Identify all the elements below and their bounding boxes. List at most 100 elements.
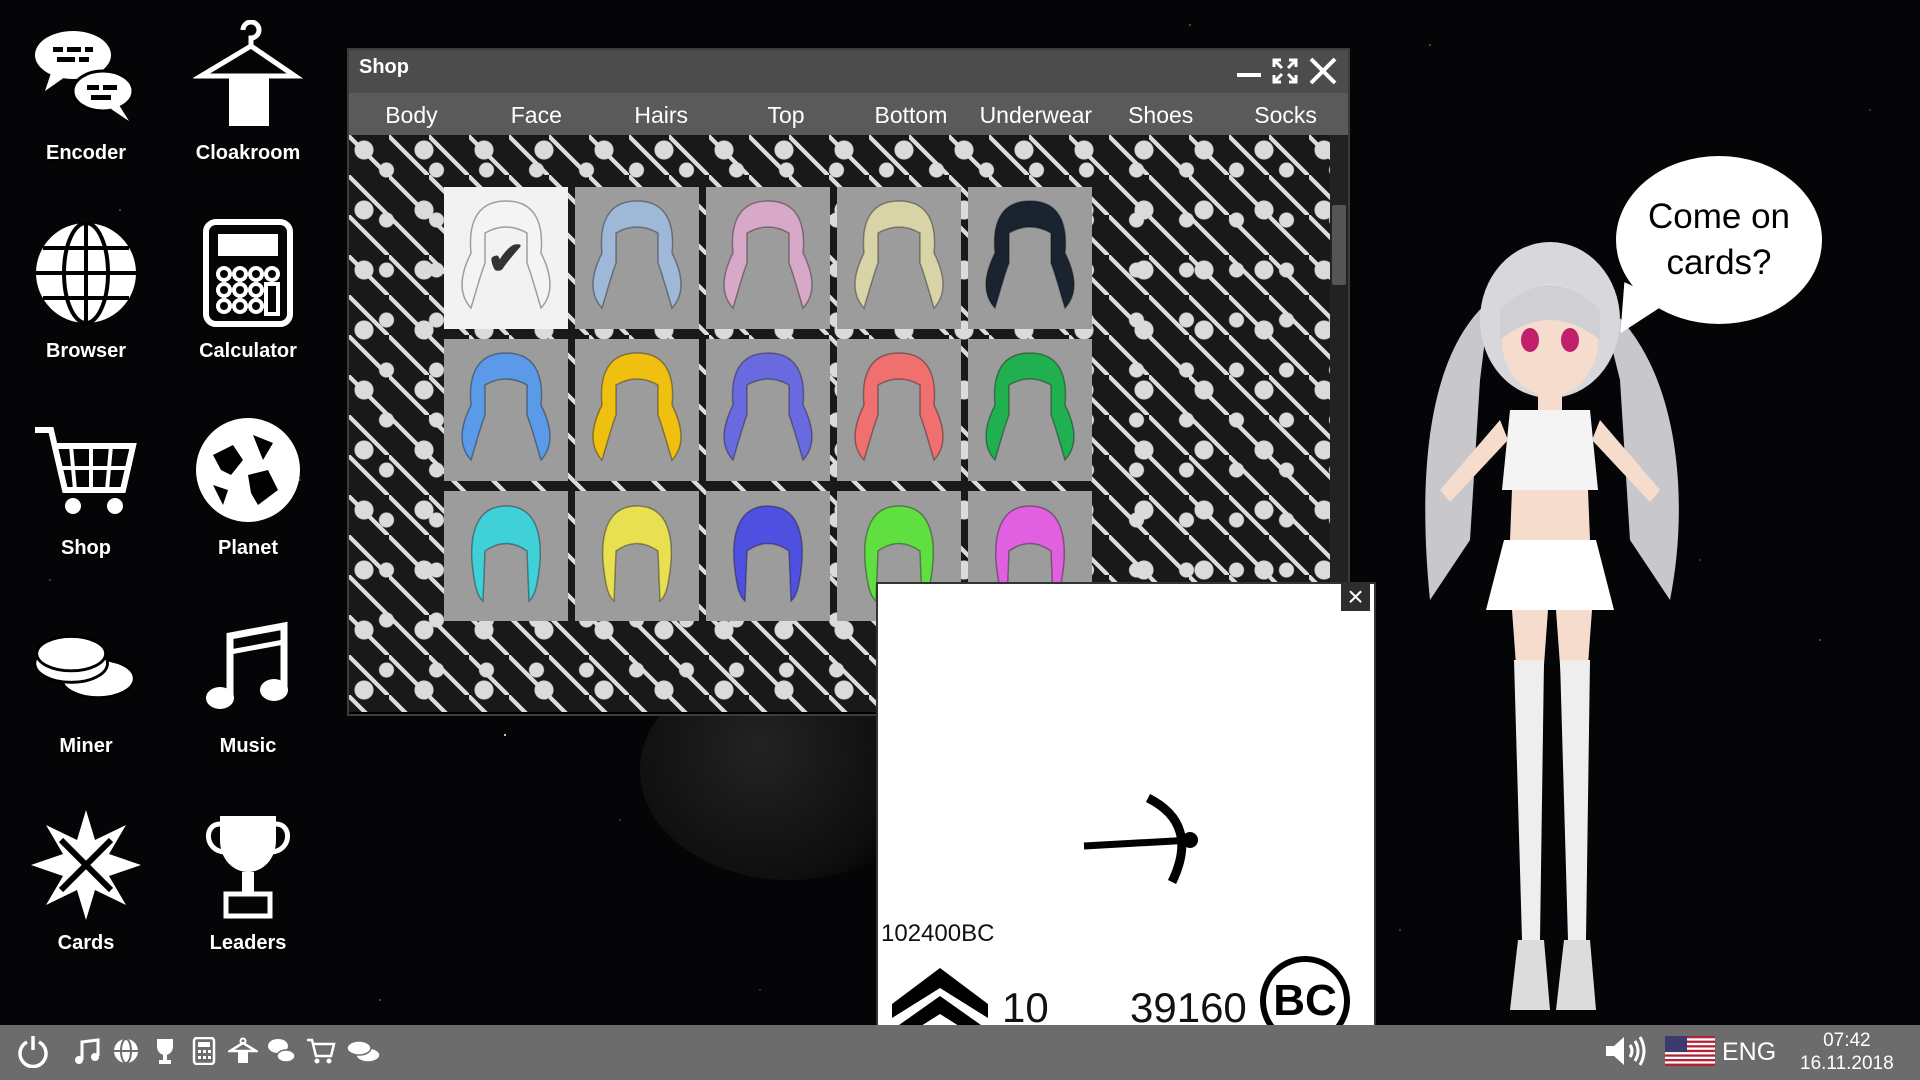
miner-close-button[interactable]: × [1341,581,1370,612]
taskbar-shop-button[interactable] [304,1034,338,1068]
desktop-icon-miner[interactable]: Miner [11,613,161,758]
hair-swatch [985,200,1075,310]
fullscreen-icon [1272,58,1298,84]
clock[interactable]: 07:42 16.11.2018 [1800,1029,1894,1075]
minimize-icon [1237,73,1261,77]
taskbar-leaders-button[interactable] [148,1034,182,1068]
hair-swatch [854,200,944,310]
desktop-icon-label: Leaders [209,932,287,954]
hair-swatch [592,352,682,462]
hair-item[interactable] [837,187,961,329]
shop-titlebar[interactable]: Shop [349,50,1348,93]
close-button[interactable] [1307,54,1339,88]
hair-item[interactable] [575,491,699,621]
desktop-icon-music[interactable]: Music [173,613,323,758]
hair-item[interactable] [706,187,830,329]
desktop-icon-label: Browser [45,340,127,362]
taskbar-browser-button[interactable] [109,1034,143,1068]
calculator-icon [192,1037,216,1065]
desktop-icon-label: Encoder [45,142,127,164]
close-icon [1309,57,1337,85]
hair-item[interactable]: ✔ [444,187,568,329]
hair-swatch [461,352,551,462]
language-flag-button[interactable] [1665,1034,1715,1068]
hair-swatch [723,352,813,462]
trophy-icon [157,1039,173,1064]
tab-top[interactable]: Top [724,93,849,135]
desktop-icon-encoder[interactable]: Encoder [11,20,161,165]
us-flag-icon [1665,1036,1715,1066]
chat-bubbles-icon [31,20,141,130]
hair-item[interactable] [575,187,699,329]
desktop-icon-label: Music [219,735,277,757]
globe-icon [114,1038,138,1064]
coins-icon [31,613,141,723]
coins-icon [346,1040,381,1063]
taskbar-miner-button[interactable] [344,1034,384,1068]
shopping-cart-icon [307,1038,336,1064]
desktop-icon-planet[interactable]: Planet [173,415,323,560]
taskbar-calculator-button[interactable] [187,1034,221,1068]
taskbar-music-button[interactable] [70,1034,104,1068]
rank-chevron-icon [892,968,988,1028]
miner-coins: 39160 [1130,984,1247,1030]
taskbar-encoder-button[interactable] [265,1034,299,1068]
music-note-icon [193,613,303,723]
desktop-icon-label: Shop [61,537,111,559]
globe-icon [31,218,141,328]
hair-swatch [592,200,682,310]
hair-item[interactable] [575,339,699,481]
pickaxe-icon [1083,794,1198,884]
hair-item[interactable] [706,491,830,621]
hanger-icon [228,1037,258,1063]
tab-shoes[interactable]: Shoes [1098,93,1223,135]
language-label[interactable]: ENG [1722,1038,1776,1067]
scrollbar-thumb[interactable] [1332,205,1346,285]
desktop-icon-browser[interactable]: Browser [11,218,161,363]
hair-item[interactable] [968,339,1092,481]
hair-item[interactable] [968,187,1092,329]
hair-swatch [854,352,944,462]
tab-body[interactable]: Body [349,93,474,135]
checkmark-icon: ✔ [486,232,526,284]
hair-item[interactable] [444,491,568,621]
miner-level: 10 [1002,984,1049,1030]
calculator-icon [193,218,303,328]
currency-badge: BC [1260,956,1350,1028]
taskbar: ENG 07:42 16.11.2018 [0,1025,1920,1080]
trophy-icon [193,810,303,920]
hair-item[interactable] [706,339,830,481]
desktop-icon-label: Calculator [199,340,297,362]
hair-swatch [723,200,813,310]
miner-address: 102400BC [881,920,995,947]
fullscreen-button[interactable] [1269,54,1301,88]
hair-swatch [732,505,804,603]
tab-face[interactable]: Face [474,93,599,135]
tab-hairs[interactable]: Hairs [599,93,724,135]
desktop-icon-cloakroom[interactable]: Cloakroom [173,20,323,165]
hanger-icon [193,20,303,130]
desktop-icon-label: Cards [57,932,115,954]
clock-date: 16.11.2018 [1800,1053,1894,1074]
volume-button[interactable] [1604,1034,1650,1068]
hair-swatch [470,505,542,603]
hair-item[interactable] [837,339,961,481]
hair-item[interactable] [444,339,568,481]
minimize-button[interactable] [1233,54,1265,88]
assistant-character[interactable] [1400,240,1710,1020]
desktop-icon-leaders[interactable]: Leaders [173,810,323,955]
hair-swatch [601,505,673,603]
power-button[interactable] [13,1034,53,1068]
planet-icon [193,415,303,525]
desktop-icon-shop[interactable]: Shop [11,415,161,560]
miner-window: 102400BC 10 39160 BC [876,582,1376,1030]
desktop-icon-calculator[interactable]: Calculator [173,218,323,363]
tab-socks[interactable]: Socks [1223,93,1348,135]
desktop-icon-cards[interactable]: Cards [11,810,161,955]
tab-bottom[interactable]: Bottom [849,93,974,135]
tab-underwear[interactable]: Underwear [973,93,1098,135]
window-title: Shop [359,56,409,78]
clock-time: 07:42 [1823,1030,1871,1051]
taskbar-cloakroom-button[interactable] [226,1034,260,1068]
music-note-icon [75,1038,100,1064]
